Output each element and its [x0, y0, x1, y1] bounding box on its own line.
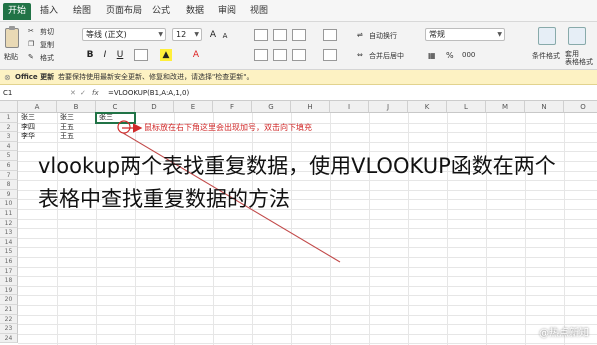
excel-window: 开始 插入 绘图 页面布局 公式 数据 审阅 视图 粘贴 ✂ 剪切 ❐ 复制 ✎… [0, 0, 597, 345]
annotation-text: 鼠标放在右下角这里会出现加号，双击向下填充 [144, 123, 312, 132]
overlay-title: vlookup两个表找重复数据，使用VLOOKUP函数在两个表格中查找重复数据的… [38, 154, 556, 211]
watermark: @热点新知 [539, 328, 589, 339]
fill-handle-circle [117, 120, 131, 134]
